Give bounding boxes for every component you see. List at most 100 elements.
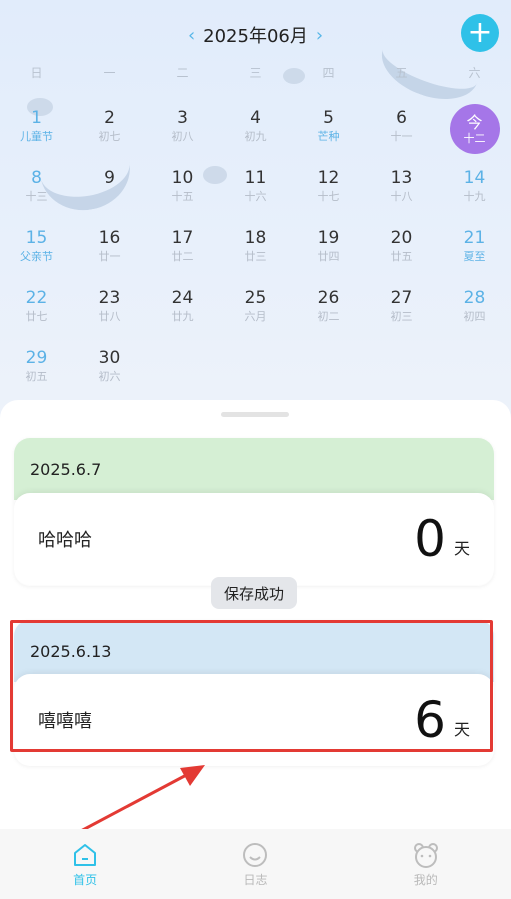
today-cell[interactable]: 今十二 xyxy=(438,100,511,160)
bottom-tab-bar: 首页 日志 我的 xyxy=(0,829,511,899)
day-cell[interactable]: 25 六月 xyxy=(219,280,292,340)
day-number: 18 xyxy=(244,228,267,248)
lunar-date: 初九 xyxy=(244,130,267,143)
lunar-date: 儿童节 xyxy=(20,130,53,143)
lunar-date: 廿三 xyxy=(244,250,267,263)
day-number: 22 xyxy=(25,288,48,308)
lunar-date: 初四 xyxy=(463,310,486,323)
day-cell[interactable]: 21 夏至 xyxy=(438,220,511,280)
lunar-date: 廿一 xyxy=(98,250,121,263)
day-cell[interactable]: 29 初五 xyxy=(0,340,73,400)
lunar-date: 廿二 xyxy=(171,250,194,263)
lunar-date: 十九 xyxy=(463,190,486,203)
lunar-date: 父亲节 xyxy=(20,250,53,263)
card-days: 6 天 xyxy=(414,692,470,748)
weekday-label: 五 xyxy=(395,66,408,80)
day-cell[interactable]: 5 芒种 xyxy=(292,100,365,160)
day-cell[interactable]: 18 廿三 xyxy=(219,220,292,280)
lunar-date: 十七 xyxy=(317,190,340,203)
prev-month-button[interactable]: ‹ xyxy=(188,25,195,46)
day-cell[interactable]: 14 十九 xyxy=(438,160,511,220)
calendar-panel: ‹ 2025年06月 › + 日 一 二 三 四 五 六 1 儿童节 2 初七 3 初八 4… xyxy=(0,0,511,420)
month-header: ‹ 2025年06月 › xyxy=(0,18,511,52)
day-cell[interactable]: 22 廿七 xyxy=(0,280,73,340)
lunar-date: 芒种 xyxy=(317,130,340,143)
day-cell[interactable]: 6 十一 xyxy=(365,100,438,160)
event-card[interactable]: 2025.6.7 哈哈哈 0 天 xyxy=(14,438,494,586)
tab-home[interactable]: 首页 xyxy=(35,841,135,888)
card-date: 2025.6.7 xyxy=(14,438,494,500)
day-number: 13 xyxy=(390,168,413,188)
day-number: 23 xyxy=(98,288,121,308)
tab-journal[interactable]: 日志 xyxy=(205,841,305,888)
day-cell[interactable]: 16 廿一 xyxy=(73,220,146,280)
weekday-label: 二 xyxy=(176,66,189,80)
tab-label: 我的 xyxy=(413,872,438,887)
today-lunar: 十二 xyxy=(463,131,486,145)
day-cell[interactable]: 28 初四 xyxy=(438,280,511,340)
day-cell[interactable]: 10 十五 xyxy=(146,160,219,220)
lunar-date: 初二 xyxy=(317,310,340,323)
today-marker: 今十二 xyxy=(449,104,500,154)
weekday-label: 四 xyxy=(322,66,335,80)
day-number: 24 xyxy=(171,288,194,308)
card-title: 哈哈哈 xyxy=(38,530,92,551)
day-cell[interactable]: 15 父亲节 xyxy=(0,220,73,280)
day-number: 17 xyxy=(171,228,194,248)
tab-label: 日志 xyxy=(243,872,268,887)
weekday-row: 日 一 二 三 四 五 六 xyxy=(0,64,511,81)
day-number: 21 xyxy=(463,228,486,248)
day-number: 14 xyxy=(463,168,486,188)
lunar-date: 十三 xyxy=(25,190,48,203)
add-button[interactable]: + xyxy=(461,14,499,52)
day-cell[interactable]: 4 初九 xyxy=(219,100,292,160)
card-title: 嘻嘻嘻 xyxy=(38,711,92,732)
lunar-date: 初七 xyxy=(98,130,121,143)
next-month-button[interactable]: › xyxy=(316,25,323,46)
lunar-date: 初六 xyxy=(98,370,121,383)
lunar-date: 初五 xyxy=(25,370,48,383)
day-cell[interactable]: 13 十八 xyxy=(365,160,438,220)
day-cell[interactable]: 23 廿八 xyxy=(73,280,146,340)
lunar-date: 十八 xyxy=(390,190,413,203)
day-cell[interactable]: 27 初三 xyxy=(365,280,438,340)
day-number: 10 xyxy=(171,168,194,188)
day-cell[interactable]: 3 初八 xyxy=(146,100,219,160)
sheet-handle[interactable] xyxy=(221,412,289,417)
lunar-date: 廿七 xyxy=(25,310,48,323)
tab-label: 首页 xyxy=(73,872,98,887)
card-date: 2025.6.13 xyxy=(14,620,494,682)
day-cell[interactable]: 26 初二 xyxy=(292,280,365,340)
day-cell[interactable]: 8 十三 xyxy=(0,160,73,220)
day-number: 29 xyxy=(25,348,48,368)
day-cell[interactable]: 12 十七 xyxy=(292,160,365,220)
day-number: 6 xyxy=(396,108,407,128)
day-cell[interactable]: 11 十六 xyxy=(219,160,292,220)
smile-icon xyxy=(243,842,268,867)
today-label: 今 xyxy=(466,112,483,132)
lunar-date: 十六 xyxy=(244,190,267,203)
lunar-date: 十五 xyxy=(171,190,194,203)
day-number: 28 xyxy=(463,288,486,308)
day-cell[interactable]: 24 廿九 xyxy=(146,280,219,340)
day-cell[interactable]: 17 廿二 xyxy=(146,220,219,280)
event-card[interactable]: 2025.6.13 嘻嘻嘻 6 天 xyxy=(14,620,494,766)
day-number: 26 xyxy=(317,288,340,308)
day-cell[interactable]: 1 儿童节 xyxy=(0,100,73,160)
day-cell[interactable]: 2 初七 xyxy=(73,100,146,160)
days-count: 0 xyxy=(414,510,446,568)
day-number: 16 xyxy=(98,228,121,248)
day-number: 11 xyxy=(244,168,267,188)
card-body: 哈哈哈 0 天 xyxy=(14,493,494,585)
day-number: 5 xyxy=(323,108,334,128)
lunar-date: 廿五 xyxy=(390,250,413,263)
day-cell[interactable]: 9 xyxy=(73,160,146,220)
day-number: 15 xyxy=(25,228,48,248)
tab-mine[interactable]: 我的 xyxy=(376,841,476,888)
day-cell[interactable]: 19 廿四 xyxy=(292,220,365,280)
day-number: 25 xyxy=(244,288,267,308)
day-cell[interactable]: 20 廿五 xyxy=(365,220,438,280)
lunar-date: 廿四 xyxy=(317,250,340,263)
day-cell[interactable]: 30 初六 xyxy=(73,340,146,400)
weekday-label: 六 xyxy=(468,66,481,80)
